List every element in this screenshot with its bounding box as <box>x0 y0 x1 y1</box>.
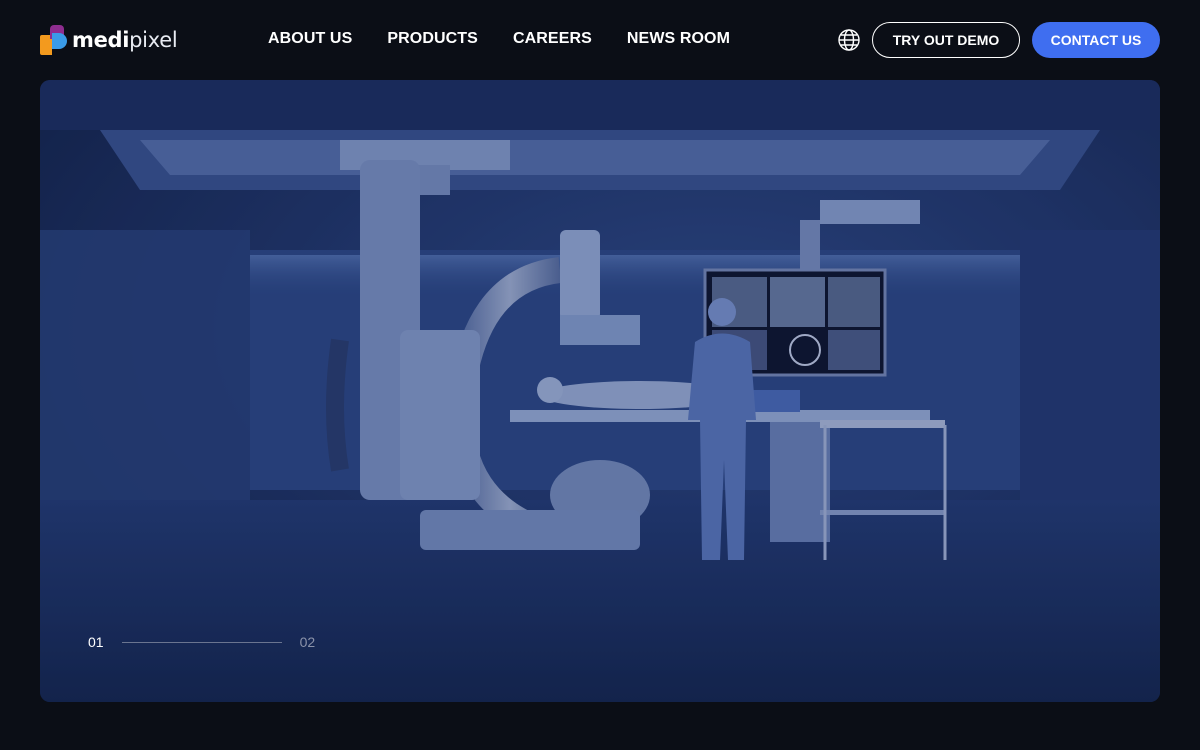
operating-room-illustration <box>40 80 1160 702</box>
nav-careers[interactable]: CAREERS <box>513 28 592 50</box>
main-nav: ABOUT US PRODUCTS CAREERS NEWS ROOM <box>268 28 730 50</box>
globe-icon[interactable] <box>837 28 861 52</box>
slide-progress-track <box>121 641 282 643</box>
slide-number-next[interactable]: 02 <box>300 634 316 650</box>
hero-banner: 01 02 <box>40 80 1160 702</box>
nav-about-us[interactable]: ABOUT US <box>268 28 352 50</box>
try-out-demo-button[interactable]: TRY OUT DEMO <box>872 22 1020 58</box>
nav-products[interactable]: PRODUCTS <box>387 28 478 50</box>
logo-mark-icon <box>40 25 68 55</box>
logo-wordmark: medipixel <box>72 28 178 52</box>
slide-number-current[interactable]: 01 <box>88 634 104 650</box>
slide-pager: 01 02 <box>88 634 315 650</box>
nav-news-room[interactable]: NEWS ROOM <box>627 28 730 50</box>
contact-us-button[interactable]: CONTACT US <box>1032 22 1160 58</box>
medipixel-logo[interactable]: medipixel <box>40 24 178 56</box>
site-header: medipixel ABOUT US PRODUCTS CAREERS NEWS… <box>0 0 1200 80</box>
